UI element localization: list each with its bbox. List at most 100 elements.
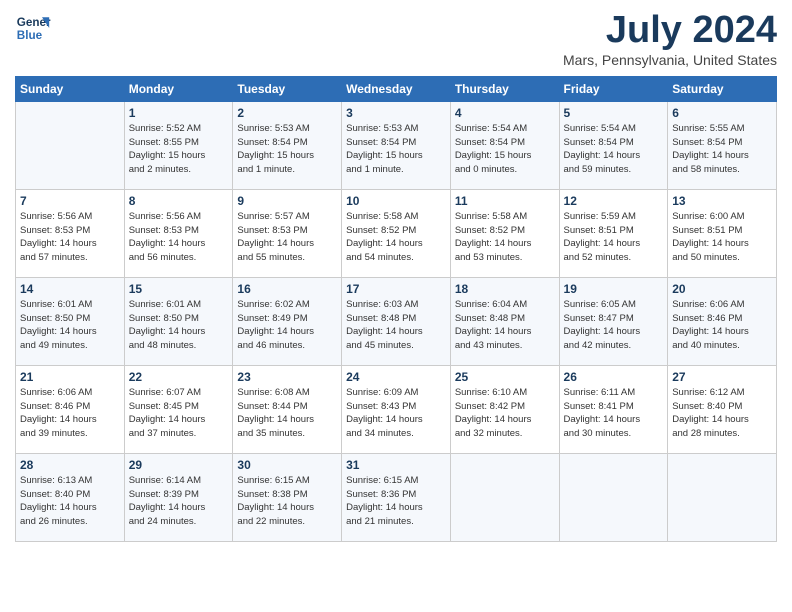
- day-number: 27: [672, 370, 772, 384]
- calendar-cell: 16Sunrise: 6:02 AM Sunset: 8:49 PM Dayli…: [233, 277, 342, 365]
- day-info: Sunrise: 6:15 AM Sunset: 8:36 PM Dayligh…: [346, 474, 446, 529]
- day-number: 1: [129, 106, 229, 120]
- day-number: 5: [564, 106, 664, 120]
- page-header: General Blue July 2024 Mars, Pennsylvani…: [15, 10, 777, 68]
- calendar-week-row: 14 Sunrise: 6:01 AM Sunset: 8:50 PM Dayli…: [16, 277, 777, 365]
- location: Mars, Pennsylvania, United States: [563, 52, 777, 68]
- day-number: 4: [455, 106, 555, 120]
- calendar-cell: 1 Sunrise: 5:52 AM Sunset: 8:55 PM Daylig…: [124, 101, 233, 189]
- day-number: 3: [346, 106, 446, 120]
- day-number: 12: [564, 194, 664, 208]
- calendar-cell: 27 Sunrise: 6:12 AM Sunset: 8:40 PM Dayli…: [668, 365, 777, 453]
- day-number: 29: [129, 458, 229, 472]
- day-number: 24: [346, 370, 446, 384]
- day-number: 22: [129, 370, 229, 384]
- calendar-cell: 13 Sunrise: 6:00 AM Sunset: 8:51 PM Dayli…: [668, 189, 777, 277]
- day-info: Sunrise: 6:04 AM Sunset: 8:48 PM Dayligh…: [455, 298, 555, 353]
- day-header-thursday: Thursday: [450, 76, 559, 101]
- calendar-week-row: 28Sunrise: 6:13 AM Sunset: 8:40 PM Dayli…: [16, 453, 777, 541]
- day-info: Sunrise: 6:07 AM Sunset: 8:45 PM Dayligh…: [129, 386, 229, 441]
- day-info: Sunrise: 5:53 AM Sunset: 8:54 PM Dayligh…: [237, 122, 337, 177]
- calendar-cell: [450, 453, 559, 541]
- day-number: 17: [346, 282, 446, 296]
- day-info: Sunrise: 6:12 AM Sunset: 8:40 PM Dayligh…: [672, 386, 772, 441]
- day-header-tuesday: Tuesday: [233, 76, 342, 101]
- day-header-saturday: Saturday: [668, 76, 777, 101]
- day-info: Sunrise: 5:53 AM Sunset: 8:54 PM Dayligh…: [346, 122, 446, 177]
- calendar-cell: 14 Sunrise: 6:01 AM Sunset: 8:50 PM Dayli…: [16, 277, 125, 365]
- day-info: Sunrise: 5:59 AM Sunset: 8:51 PM Dayligh…: [564, 210, 664, 265]
- calendar-cell: 8Sunrise: 5:56 AM Sunset: 8:53 PM Daylig…: [124, 189, 233, 277]
- day-number: 23: [237, 370, 337, 384]
- calendar-cell: 12 Sunrise: 5:59 AM Sunset: 8:51 PM Dayli…: [559, 189, 668, 277]
- day-info: Sunrise: 5:55 AM Sunset: 8:54 PM Dayligh…: [672, 122, 772, 177]
- day-info: Sunrise: 5:57 AM Sunset: 8:53 PM Dayligh…: [237, 210, 337, 265]
- calendar-cell: [668, 453, 777, 541]
- day-number: 6: [672, 106, 772, 120]
- calendar-cell: 17 Sunrise: 6:03 AM Sunset: 8:48 PM Dayli…: [342, 277, 451, 365]
- logo: General Blue: [15, 10, 51, 46]
- day-info: Sunrise: 5:58 AM Sunset: 8:52 PM Dayligh…: [455, 210, 555, 265]
- day-number: 26: [564, 370, 664, 384]
- day-info: Sunrise: 6:03 AM Sunset: 8:48 PM Dayligh…: [346, 298, 446, 353]
- day-number: 11: [455, 194, 555, 208]
- calendar-cell: 30 Sunrise: 6:15 AM Sunset: 8:38 PM Dayli…: [233, 453, 342, 541]
- day-number: 25: [455, 370, 555, 384]
- day-number: 19: [564, 282, 664, 296]
- day-info: Sunrise: 5:52 AM Sunset: 8:55 PM Dayligh…: [129, 122, 229, 177]
- day-info: Sunrise: 6:01 AM Sunset: 8:50 PM Dayligh…: [129, 298, 229, 353]
- calendar-cell: 25 Sunrise: 6:10 AM Sunset: 8:42 PM Dayli…: [450, 365, 559, 453]
- day-info: Sunrise: 6:08 AM Sunset: 8:44 PM Dayligh…: [237, 386, 337, 441]
- day-number: 14: [20, 282, 120, 296]
- day-info: Sunrise: 6:09 AM Sunset: 8:43 PM Dayligh…: [346, 386, 446, 441]
- calendar-cell: 29 Sunrise: 6:14 AM Sunset: 8:39 PM Dayli…: [124, 453, 233, 541]
- day-info: Sunrise: 5:56 AM Sunset: 8:53 PM Dayligh…: [20, 210, 120, 265]
- day-number: 30: [237, 458, 337, 472]
- month-title: July 2024: [563, 10, 777, 52]
- calendar-header-row: SundayMondayTuesdayWednesdayThursdayFrid…: [16, 76, 777, 101]
- day-info: Sunrise: 6:06 AM Sunset: 8:46 PM Dayligh…: [672, 298, 772, 353]
- calendar-cell: 19 Sunrise: 6:05 AM Sunset: 8:47 PM Dayli…: [559, 277, 668, 365]
- calendar-week-row: 7Sunrise: 5:56 AM Sunset: 8:53 PM Daylig…: [16, 189, 777, 277]
- logo-icon: General Blue: [15, 10, 51, 46]
- calendar-cell: 31 Sunrise: 6:15 AM Sunset: 8:36 PM Dayli…: [342, 453, 451, 541]
- day-info: Sunrise: 6:11 AM Sunset: 8:41 PM Dayligh…: [564, 386, 664, 441]
- calendar-cell: 24 Sunrise: 6:09 AM Sunset: 8:43 PM Dayli…: [342, 365, 451, 453]
- day-info: Sunrise: 6:10 AM Sunset: 8:42 PM Dayligh…: [455, 386, 555, 441]
- calendar-cell: 28Sunrise: 6:13 AM Sunset: 8:40 PM Dayli…: [16, 453, 125, 541]
- day-header-sunday: Sunday: [16, 76, 125, 101]
- calendar-cell: [559, 453, 668, 541]
- day-number: 8: [129, 194, 229, 208]
- day-number: 31: [346, 458, 446, 472]
- calendar-cell: 5Sunrise: 5:54 AM Sunset: 8:54 PM Daylig…: [559, 101, 668, 189]
- day-info: Sunrise: 5:54 AM Sunset: 8:54 PM Dayligh…: [455, 122, 555, 177]
- day-number: 13: [672, 194, 772, 208]
- day-number: 18: [455, 282, 555, 296]
- day-info: Sunrise: 6:05 AM Sunset: 8:47 PM Dayligh…: [564, 298, 664, 353]
- calendar-cell: 26 Sunrise: 6:11 AM Sunset: 8:41 PM Dayli…: [559, 365, 668, 453]
- calendar-cell: 4 Sunrise: 5:54 AM Sunset: 8:54 PM Daylig…: [450, 101, 559, 189]
- day-number: 21: [20, 370, 120, 384]
- day-number: 15: [129, 282, 229, 296]
- day-info: Sunrise: 6:01 AM Sunset: 8:50 PM Dayligh…: [20, 298, 120, 353]
- day-info: Sunrise: 6:00 AM Sunset: 8:51 PM Dayligh…: [672, 210, 772, 265]
- title-block: July 2024 Mars, Pennsylvania, United Sta…: [563, 10, 777, 68]
- calendar-cell: 20Sunrise: 6:06 AM Sunset: 8:46 PM Dayli…: [668, 277, 777, 365]
- day-info: Sunrise: 6:14 AM Sunset: 8:39 PM Dayligh…: [129, 474, 229, 529]
- calendar-cell: 21 Sunrise: 6:06 AM Sunset: 8:46 PM Dayli…: [16, 365, 125, 453]
- calendar-cell: 6 Sunrise: 5:55 AM Sunset: 8:54 PM Daylig…: [668, 101, 777, 189]
- day-info: Sunrise: 5:58 AM Sunset: 8:52 PM Dayligh…: [346, 210, 446, 265]
- calendar-cell: [16, 101, 125, 189]
- calendar-cell: 9Sunrise: 5:57 AM Sunset: 8:53 PM Daylig…: [233, 189, 342, 277]
- day-info: Sunrise: 6:06 AM Sunset: 8:46 PM Dayligh…: [20, 386, 120, 441]
- calendar-week-row: 1 Sunrise: 5:52 AM Sunset: 8:55 PM Daylig…: [16, 101, 777, 189]
- day-number: 16: [237, 282, 337, 296]
- day-number: 2: [237, 106, 337, 120]
- calendar-cell: 7Sunrise: 5:56 AM Sunset: 8:53 PM Daylig…: [16, 189, 125, 277]
- day-number: 28: [20, 458, 120, 472]
- calendar-cell: 2 Sunrise: 5:53 AM Sunset: 8:54 PM Daylig…: [233, 101, 342, 189]
- svg-text:Blue: Blue: [17, 29, 43, 42]
- day-info: Sunrise: 6:15 AM Sunset: 8:38 PM Dayligh…: [237, 474, 337, 529]
- day-header-monday: Monday: [124, 76, 233, 101]
- calendar-cell: 15 Sunrise: 6:01 AM Sunset: 8:50 PM Dayli…: [124, 277, 233, 365]
